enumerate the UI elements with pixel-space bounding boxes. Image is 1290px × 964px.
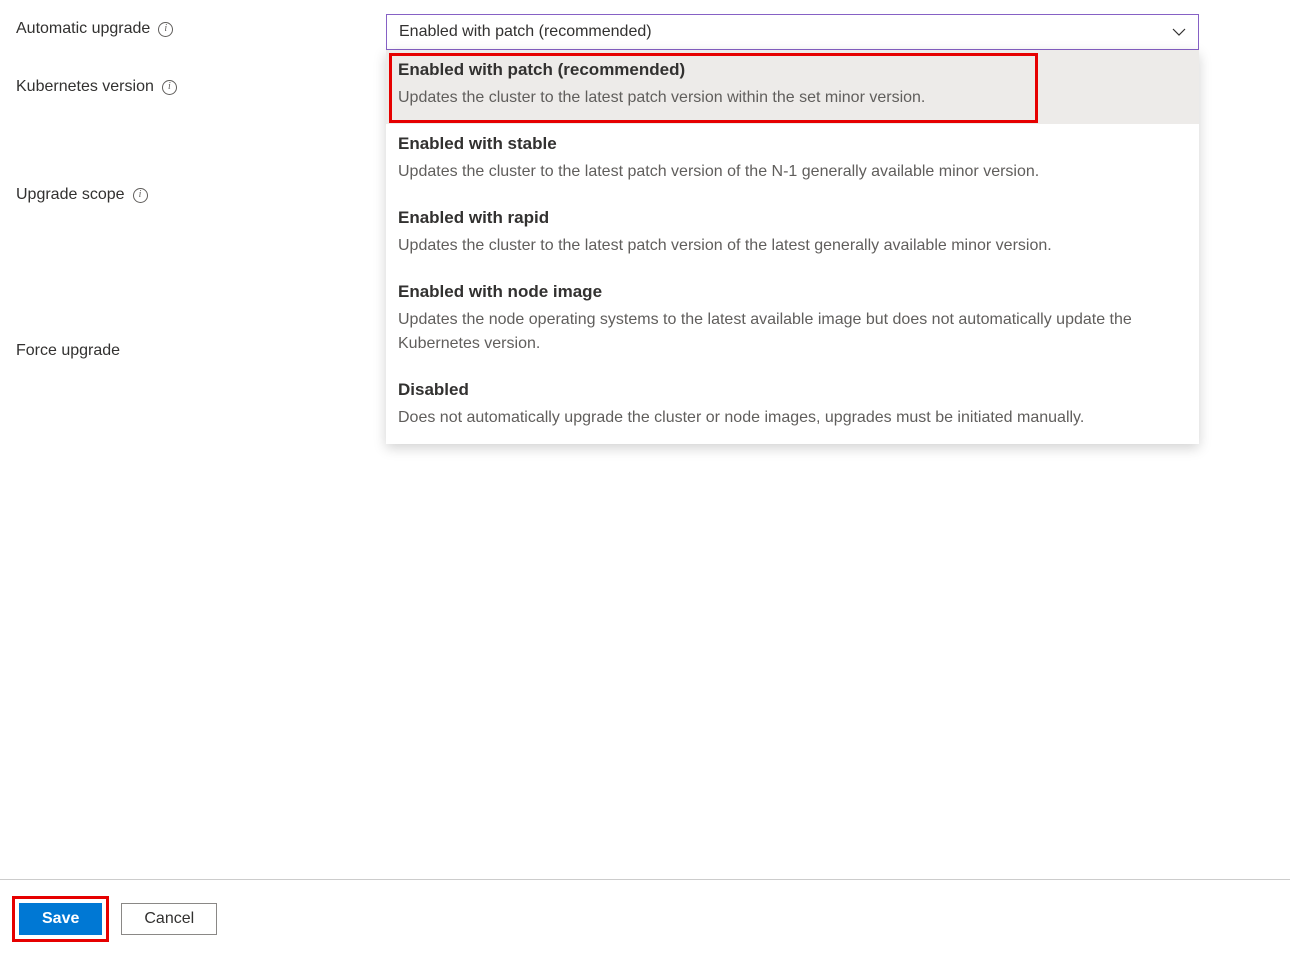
option-title: Disabled bbox=[398, 380, 1187, 400]
label-text: Force upgrade bbox=[16, 342, 120, 360]
option-enabled-with-node-image[interactable]: Enabled with node image Updates the node… bbox=[386, 272, 1199, 370]
option-title: Enabled with rapid bbox=[398, 208, 1187, 228]
option-disabled[interactable]: Disabled Does not automatically upgrade … bbox=[386, 370, 1199, 444]
force-upgrade-label: Force upgrade bbox=[16, 342, 386, 360]
automatic-upgrade-label: Automatic upgrade i bbox=[16, 14, 386, 38]
save-button[interactable]: Save bbox=[19, 903, 102, 935]
upgrade-scope-label: Upgrade scope i bbox=[16, 186, 386, 204]
info-icon[interactable]: i bbox=[158, 22, 173, 37]
cancel-button[interactable]: Cancel bbox=[121, 903, 217, 935]
option-title: Enabled with stable bbox=[398, 134, 1187, 154]
chevron-down-icon bbox=[1170, 23, 1188, 41]
info-icon[interactable]: i bbox=[133, 188, 148, 203]
option-desc: Updates the node operating systems to th… bbox=[398, 308, 1187, 356]
option-desc: Updates the cluster to the latest patch … bbox=[398, 160, 1187, 184]
highlight-box: Save bbox=[12, 896, 109, 942]
label-text: Automatic upgrade bbox=[16, 20, 150, 38]
option-desc: Does not automatically upgrade the clust… bbox=[398, 406, 1187, 430]
automatic-upgrade-dropdown: Enabled with patch (recommended) Updates… bbox=[386, 50, 1199, 444]
option-title: Enabled with patch (recommended) bbox=[398, 60, 1187, 80]
kubernetes-version-label: Kubernetes version i bbox=[16, 78, 386, 96]
option-enabled-with-patch[interactable]: Enabled with patch (recommended) Updates… bbox=[386, 50, 1199, 124]
info-icon[interactable]: i bbox=[162, 80, 177, 95]
label-text: Upgrade scope bbox=[16, 186, 125, 204]
select-value: Enabled with patch (recommended) bbox=[399, 23, 652, 41]
option-enabled-with-stable[interactable]: Enabled with stable Updates the cluster … bbox=[386, 124, 1199, 198]
footer-bar: Save Cancel bbox=[0, 879, 1290, 964]
label-text: Kubernetes version bbox=[16, 78, 154, 96]
option-title: Enabled with node image bbox=[398, 282, 1187, 302]
option-desc: Updates the cluster to the latest patch … bbox=[398, 86, 1187, 110]
automatic-upgrade-select[interactable]: Enabled with patch (recommended) bbox=[386, 14, 1199, 50]
option-enabled-with-rapid[interactable]: Enabled with rapid Updates the cluster t… bbox=[386, 198, 1199, 272]
option-desc: Updates the cluster to the latest patch … bbox=[398, 234, 1187, 258]
